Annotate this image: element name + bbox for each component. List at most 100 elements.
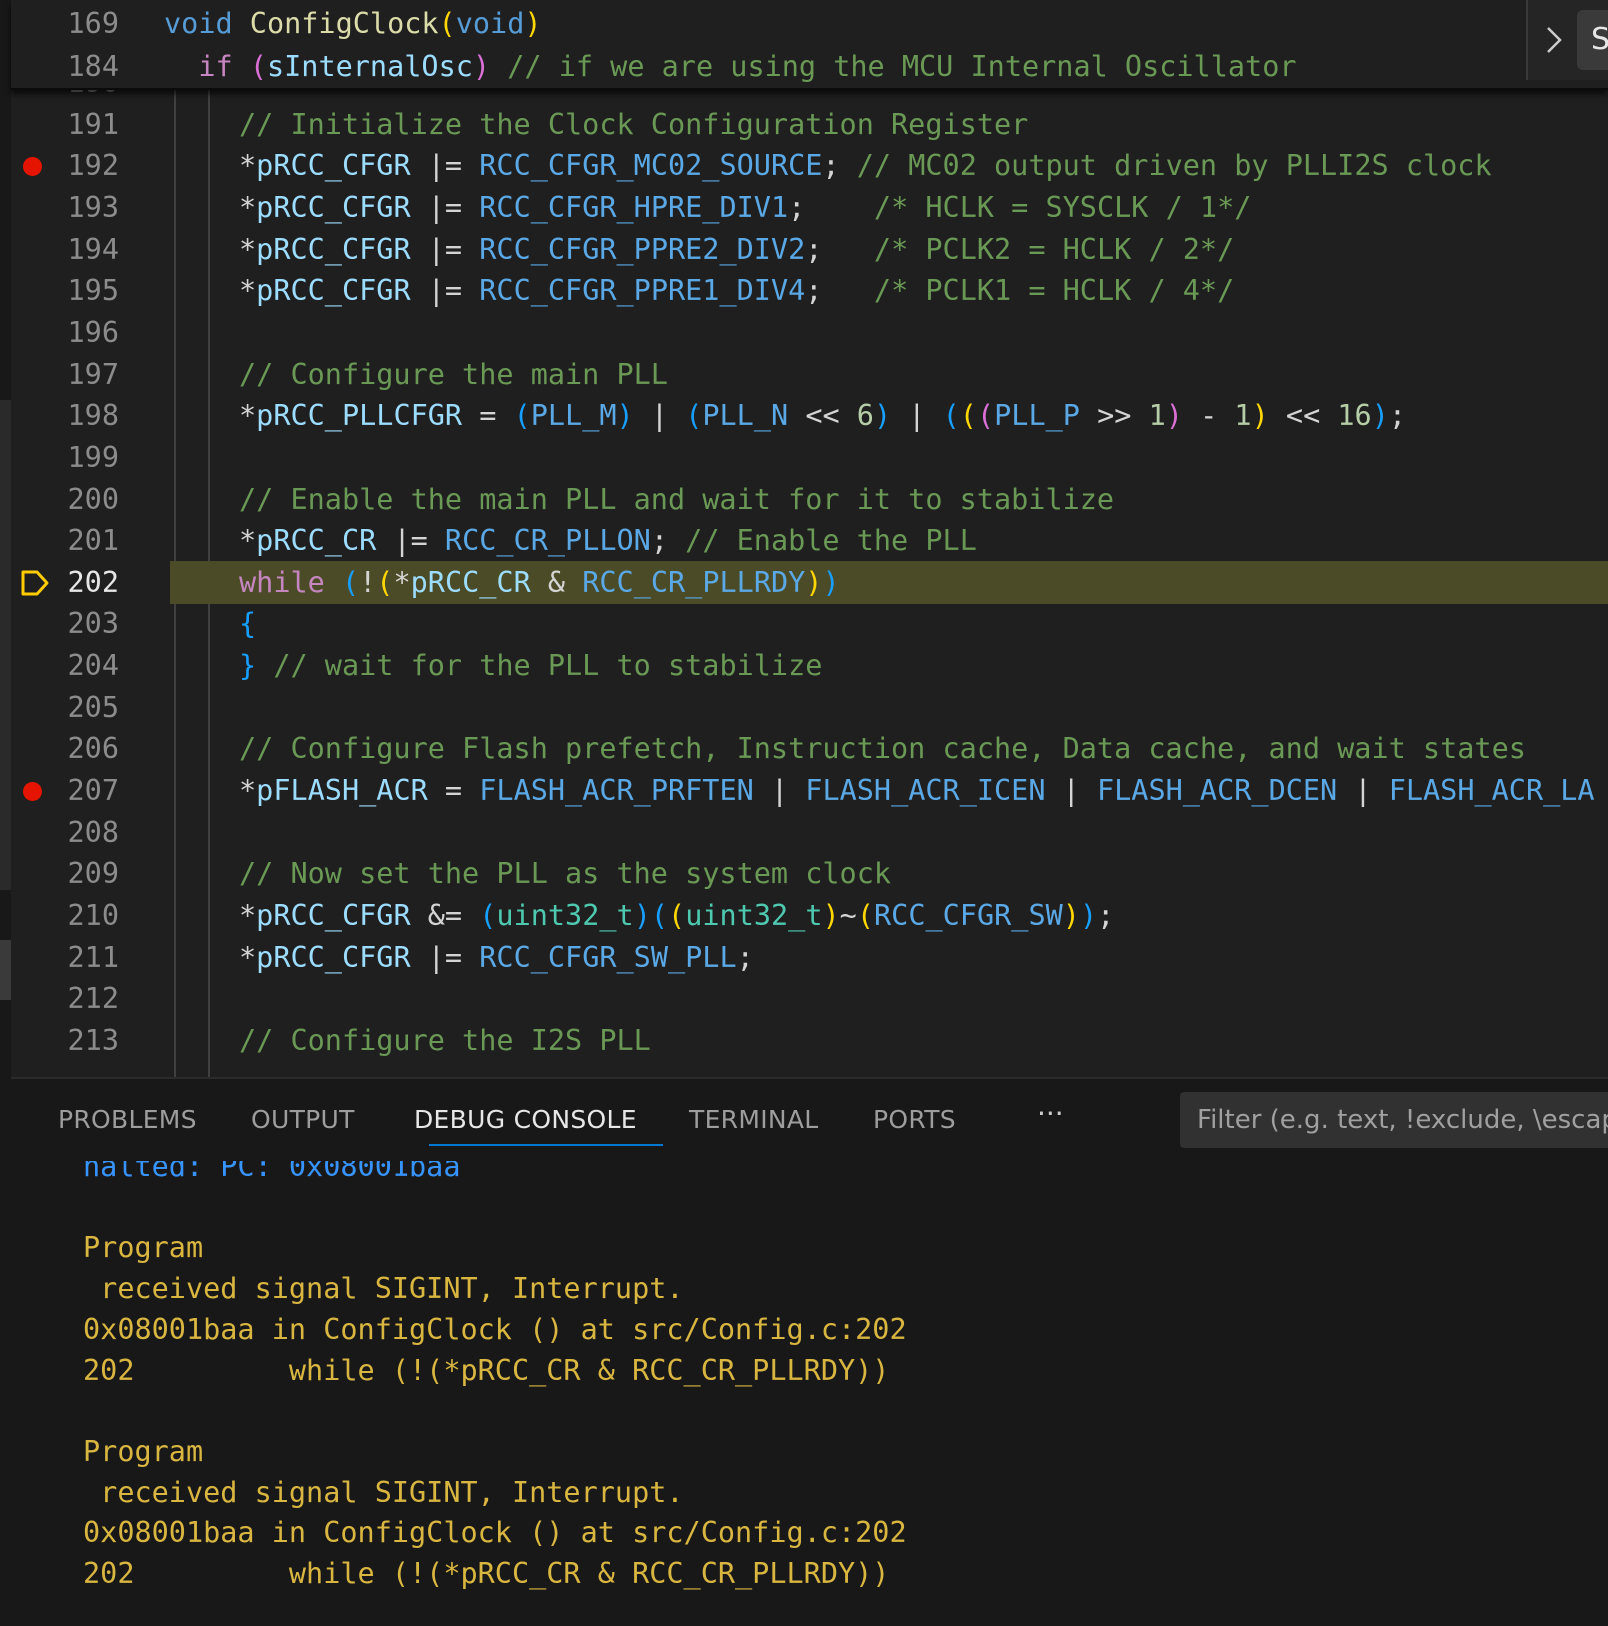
code-token: pRCC_CFGR xyxy=(256,899,411,932)
code-token: // Now set the PLL as the system clock xyxy=(239,857,892,890)
tab-problems[interactable]: PROBLEMS xyxy=(58,1079,197,1161)
code-line[interactable]: 199 xyxy=(11,436,1608,479)
code-line[interactable]: 209 // Now set the PLL as the system cloc… xyxy=(11,852,1608,895)
code-token: pRCC_PLLCFGR xyxy=(256,399,463,432)
current-execution-line[interactable]: 202 while (!(*pRCC_CR & RCC_CR_PLLRDY)) xyxy=(11,561,1608,604)
secondary-panel-button[interactable]: S xyxy=(1577,10,1608,70)
bottom-panel: PROBLEMS OUTPUT DEBUG CONSOLE TERMINAL P… xyxy=(11,1077,1608,1626)
code-line[interactable]: 191 // Initialize the Clock Configuration… xyxy=(11,103,1608,146)
code-token: ( xyxy=(942,399,960,432)
console-line: 0x08001baa in ConfigClock () at src/Conf… xyxy=(83,1516,907,1549)
code-token: ) xyxy=(616,399,634,432)
chevron-right-icon[interactable] xyxy=(1540,22,1568,58)
code-line[interactable]: 206 // Configure Flash prefetch, Instruct… xyxy=(11,727,1608,770)
code-editor[interactable]: 190 191// Initialize the Clock Configura… xyxy=(11,0,1608,1077)
debug-stack-frame-icon[interactable] xyxy=(20,569,50,597)
code-line[interactable]: 212 xyxy=(11,977,1608,1020)
code-text: // Enable the main PLL and wait for it t… xyxy=(239,478,1114,521)
console-line: 202 while (!(*pRCC_CR & RCC_CR_PLLRDY)) xyxy=(83,1557,890,1590)
code-token: ) xyxy=(1079,899,1098,932)
tab-terminal[interactable]: TERMINAL xyxy=(689,1079,819,1161)
code-text: *pRCC_CFGR |= RCC_CFGR_HPRE_DIV1; /* HCL… xyxy=(239,186,1251,229)
code-text: { xyxy=(239,602,256,645)
line-number: 208 xyxy=(67,816,119,849)
more-actions-icon[interactable]: ··· xyxy=(1037,1079,1064,1161)
code-text: *pRCC_CFGR |= RCC_CFGR_PPRE2_DIV2; /* PC… xyxy=(239,228,1234,271)
sticky-scroll-line[interactable]: 184 if (sInternalOsc) // if we are using… xyxy=(11,45,1608,88)
code-token: ! xyxy=(359,566,377,599)
code-token: FLASH_ACR_LA xyxy=(1388,774,1595,807)
code-token: ( xyxy=(959,399,977,432)
console-line: 202 while (!(*pRCC_CR & RCC_CR_PLLRDY)) xyxy=(83,1354,890,1387)
code-token: /* HCLK = SYSCLK / 1*/ xyxy=(873,191,1252,224)
code-token: // MC02 output driven by PLLI2S clock xyxy=(856,149,1492,182)
active-tab-indicator xyxy=(429,1144,663,1146)
code-token: pRCC_CFGR xyxy=(256,149,411,182)
code-line[interactable]: 192 *pRCC_CFGR |= RCC_CFGR_MC02_SOURCE; /… xyxy=(11,144,1608,187)
code-token: << xyxy=(788,399,857,432)
code-token: // Configure Flash prefetch, Instruction… xyxy=(239,732,1526,765)
code-token: // Enable the PLL xyxy=(685,524,977,557)
code-token: * xyxy=(239,524,257,557)
line-number: 194 xyxy=(67,233,119,266)
code-line[interactable]: 193 *pRCC_CFGR |= RCC_CFGR_HPRE_DIV1; /* … xyxy=(11,186,1608,229)
code-token: = xyxy=(462,399,514,432)
code-token: ) xyxy=(1371,399,1389,432)
tab-debug-console[interactable]: DEBUG CONSOLE xyxy=(414,1079,637,1161)
line-number: 209 xyxy=(67,857,119,890)
line-number: 207 xyxy=(67,774,119,807)
code-token: << xyxy=(1268,399,1338,432)
code-token: ~ xyxy=(839,899,857,932)
code-line[interactable]: 204} // wait for the PLL to stabilize xyxy=(11,644,1608,687)
code-line[interactable]: 207 *pFLASH_ACR = FLASH_ACR_PRFTEN | FLAS… xyxy=(11,769,1608,812)
sticky-scroll-line[interactable]: 169 void ConfigClock(void) xyxy=(11,2,1608,45)
code-line[interactable]: 197 // Configure the main PLL xyxy=(11,353,1608,396)
code-token: { xyxy=(239,607,257,640)
sticky-scroll-header[interactable]: 169 void ConfigClock(void) 184 if (sIntern… xyxy=(11,0,1608,90)
code-token: | xyxy=(633,399,686,432)
code-token: 1 xyxy=(1148,399,1166,432)
code-text: // Now set the PLL as the system clock xyxy=(239,852,891,895)
tab-output[interactable]: OUTPUT xyxy=(251,1079,355,1161)
code-token: 16 xyxy=(1337,399,1372,432)
code-line[interactable]: 203 { xyxy=(11,602,1608,645)
line-number: 210 xyxy=(67,899,119,932)
line-number: 212 xyxy=(67,982,119,1015)
code-line[interactable]: 194 *pRCC_CFGR |= RCC_CFGR_PPRE2_DIV2; /*… xyxy=(11,228,1608,271)
code-line[interactable]: 210 *pRCC_CFGR &= (uint32_t)((uint32_t)~(… xyxy=(11,894,1608,937)
code-token: ) xyxy=(633,899,651,932)
breakpoint-icon[interactable] xyxy=(23,782,42,801)
code-lines[interactable]: 190 191// Initialize the Clock Configura… xyxy=(11,0,1608,1077)
code-line[interactable]: 201 *pRCC_CR |= RCC_CR_PLLON; // Enable t… xyxy=(11,519,1608,562)
strip-scroll-thumb[interactable] xyxy=(0,940,11,1000)
code-token: pFLASH_ACR xyxy=(256,774,428,807)
code-line[interactable]: 213 // Configure the I2S PLL xyxy=(11,1019,1608,1062)
code-line[interactable]: 195 *pRCC_CFGR |= RCC_CFGR_PPRE1_DIV4; /*… xyxy=(11,269,1608,312)
code-token: * xyxy=(239,899,257,932)
code-line[interactable]: 200 // Enable the main PLL and wait for i… xyxy=(11,478,1608,521)
debug-console-output[interactable]: halted: PC: 0x08001baa Program received s… xyxy=(11,1161,1608,1626)
code-token: |= xyxy=(376,524,445,557)
code-line[interactable]: 205 xyxy=(11,686,1608,729)
code-line[interactable]: 196 xyxy=(11,311,1608,354)
code-line[interactable]: 211 *pRCC_CFGR |= RCC_CFGR_SW_PLL; xyxy=(11,936,1608,979)
code-line[interactable]: 198 *pRCC_PLLCFGR = (PLL_M) | (PLL_N << 6… xyxy=(11,394,1608,437)
tab-ports[interactable]: PORTS xyxy=(873,1079,956,1161)
code-token: * xyxy=(239,233,257,266)
code-token: & xyxy=(530,566,583,599)
code-line[interactable]: 208 xyxy=(11,811,1608,854)
line-number: 203 xyxy=(67,607,119,640)
console-line: received signal SIGINT, Interrupt. xyxy=(83,1476,684,1509)
line-number: 195 xyxy=(67,274,119,307)
code-token: FLASH_ACR_ICEN xyxy=(805,774,1046,807)
breakpoint-icon[interactable] xyxy=(23,157,42,176)
line-number: 204 xyxy=(67,649,119,682)
code-text: *pRCC_CFGR |= RCC_CFGR_MC02_SOURCE; // M… xyxy=(239,144,1492,187)
console-filter-input[interactable] xyxy=(1180,1092,1608,1148)
code-token: uint32_t xyxy=(685,899,823,932)
code-token: void xyxy=(455,7,525,40)
code-token: // Enable the main PLL and wait for it t… xyxy=(239,483,1115,516)
code-token: if xyxy=(198,50,250,83)
console-line: Program xyxy=(83,1231,204,1264)
